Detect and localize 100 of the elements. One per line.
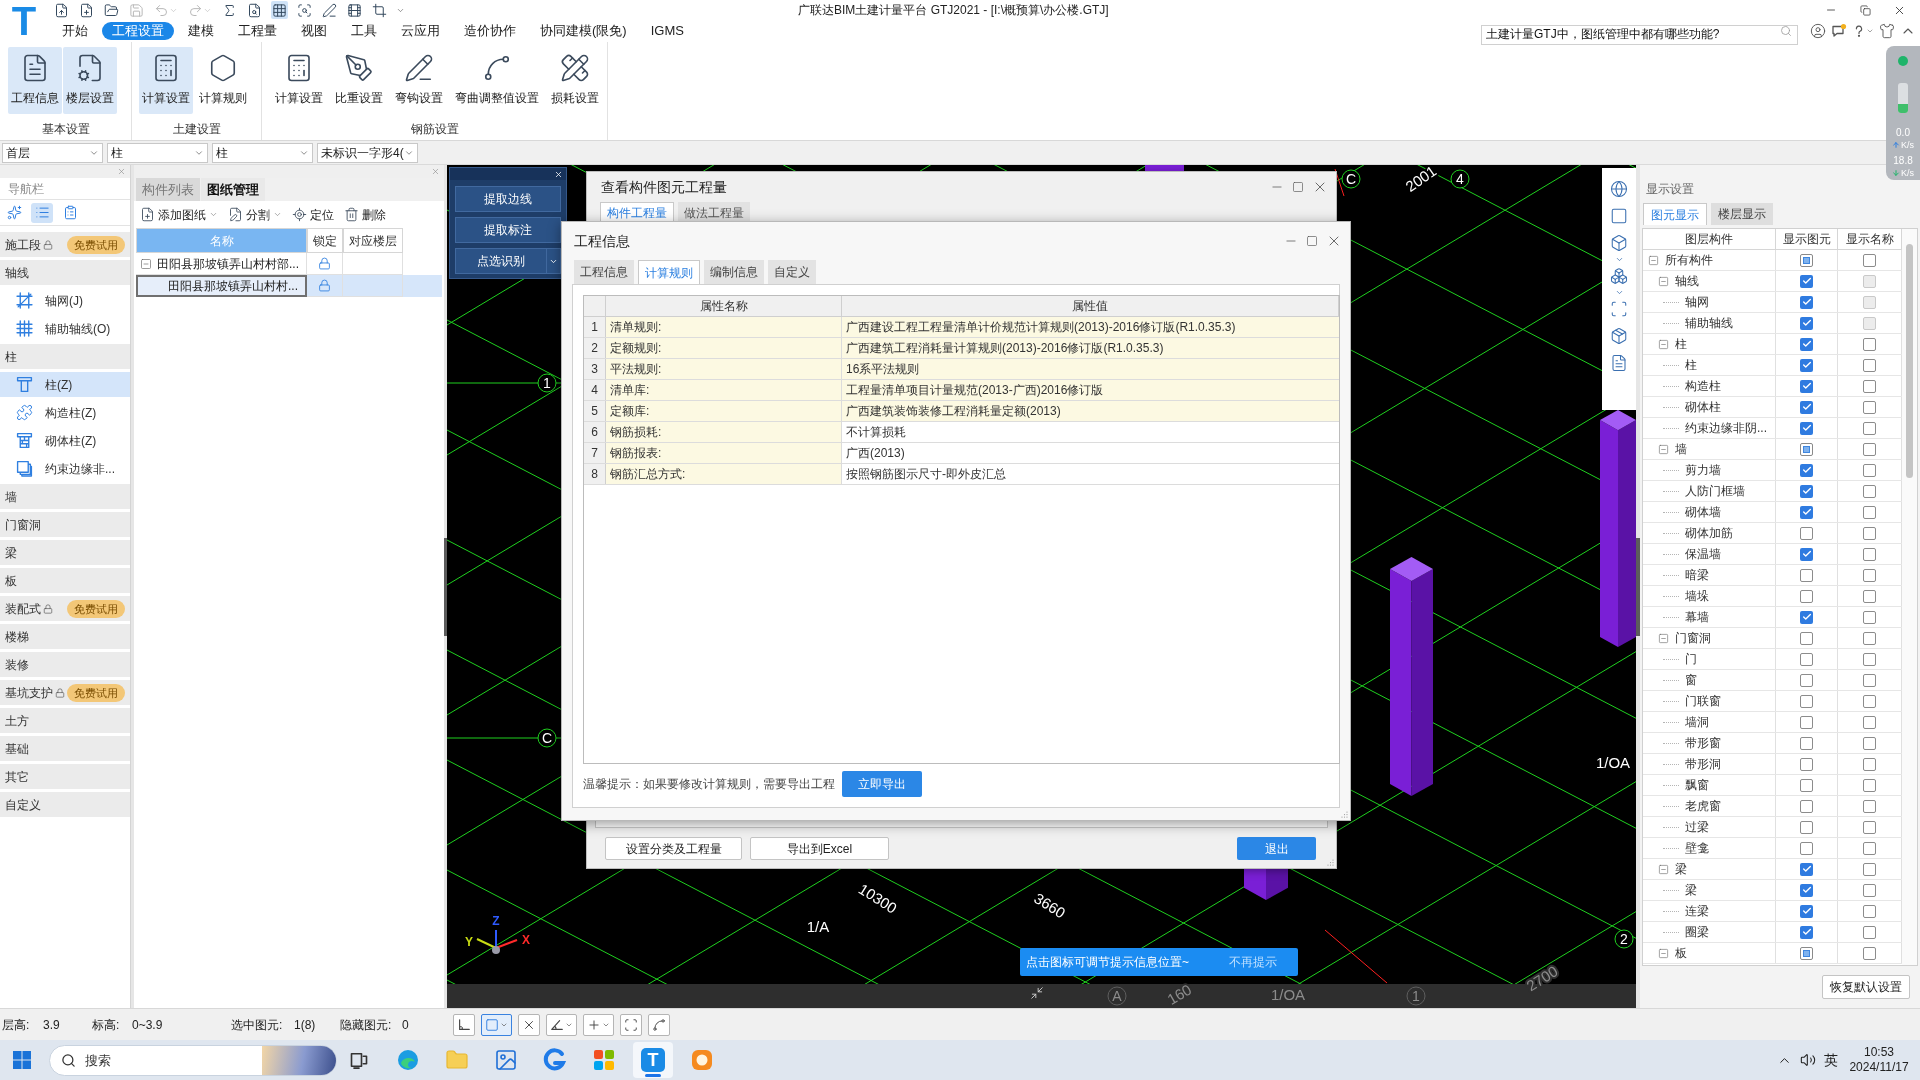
- table-cell[interactable]: 清单库:: [606, 380, 842, 400]
- checkbox[interactable]: [1800, 526, 1813, 540]
- checkbox[interactable]: [1800, 400, 1813, 414]
- nav-category[interactable]: 楼梯: [0, 624, 130, 649]
- view-mode-button[interactable]: [31, 202, 53, 223]
- checkbox[interactable]: [1863, 421, 1876, 435]
- four-squares-icon[interactable]: [13, 1051, 31, 1069]
- checkbox[interactable]: [1863, 484, 1876, 498]
- checkbox[interactable]: [1800, 316, 1813, 330]
- checkbox[interactable]: [1800, 694, 1813, 708]
- checkbox[interactable]: [1863, 799, 1876, 813]
- checkbox[interactable]: [1863, 253, 1876, 267]
- search-icon[interactable]: [1780, 25, 1792, 37]
- caret-icon[interactable]: [1614, 288, 1624, 297]
- nav-category[interactable]: 柱: [0, 344, 130, 369]
- table-cell[interactable]: 田阳县那坡镇弄山村村...: [136, 275, 307, 297]
- checkbox[interactable]: [1863, 694, 1876, 708]
- collapse-icon[interactable]: [1658, 275, 1669, 287]
- checkbox[interactable]: [1863, 925, 1876, 939]
- frame-corners-icon[interactable]: [1610, 300, 1628, 318]
- checkbox[interactable]: [1800, 547, 1813, 561]
- status-tool-button[interactable]: [518, 1013, 540, 1036]
- checkbox[interactable]: [1800, 862, 1813, 876]
- checkbox[interactable]: [1863, 904, 1876, 918]
- checkbox[interactable]: [1863, 547, 1876, 561]
- table-cell[interactable]: 钢筋汇总方式:: [606, 464, 842, 484]
- checkbox[interactable]: [1863, 400, 1876, 414]
- table-cell[interactable]: 工程量清单项目计量规范(2013-广西)2016修订版: [842, 380, 1339, 400]
- toolbar-button[interactable]: 定位: [292, 205, 334, 224]
- checkbox[interactable]: [1800, 358, 1813, 372]
- checkbox[interactable]: [1800, 442, 1813, 456]
- table-cell[interactable]: 清单规则:: [606, 317, 842, 337]
- checkbox[interactable]: [1800, 631, 1813, 645]
- splitter-handle[interactable]: [444, 537, 447, 636]
- collapse-icon[interactable]: [1658, 338, 1669, 350]
- checkbox[interactable]: [1800, 673, 1813, 687]
- ribbon-button[interactable]: 计算规则: [196, 47, 250, 114]
- checkbox[interactable]: [1800, 295, 1813, 309]
- menu-tab[interactable]: IGMS: [640, 22, 694, 40]
- quick-access-button[interactable]: [296, 1, 313, 19]
- checkbox[interactable]: [1863, 526, 1876, 540]
- menu-tab[interactable]: 视图: [291, 22, 337, 40]
- maximize-icon[interactable]: [1292, 181, 1304, 193]
- exit-button[interactable]: 退出: [1237, 837, 1316, 860]
- package-icon[interactable]: [1610, 327, 1628, 345]
- ribbon-button[interactable]: 楼层设置: [63, 47, 117, 114]
- collapse-icon[interactable]: [1658, 443, 1669, 455]
- ime-indicator[interactable]: 英: [1824, 1049, 1838, 1071]
- checkbox[interactable]: [1800, 883, 1813, 897]
- checkbox[interactable]: [1863, 736, 1876, 750]
- table-cell[interactable]: 广西建筑工程消耗量计算规则(2013)-2016修订版(R1.0.35.3): [842, 338, 1339, 358]
- menu-tab[interactable]: 云应用: [391, 22, 450, 40]
- table-cell[interactable]: 平法规则:: [606, 359, 842, 379]
- checkbox[interactable]: [1800, 799, 1813, 813]
- menu-tab[interactable]: 工程设置: [102, 22, 174, 40]
- checkbox[interactable]: [1800, 253, 1813, 267]
- checkbox[interactable]: [1800, 652, 1813, 666]
- nav-item[interactable]: 砌体柱(Z): [0, 428, 130, 453]
- table-cell[interactable]: 钢筋损耗:: [606, 422, 842, 442]
- checkbox[interactable]: [1800, 820, 1813, 834]
- scrollbar-thumb[interactable]: [1906, 244, 1913, 478]
- splitter-handle[interactable]: [1636, 537, 1640, 636]
- maximize-icon[interactable]: [1306, 235, 1318, 247]
- checkbox[interactable]: [1863, 589, 1876, 603]
- checkbox[interactable]: [1800, 589, 1813, 603]
- checkbox[interactable]: [1800, 904, 1813, 918]
- table-cell[interactable]: 定额库:: [606, 401, 842, 421]
- menu-tab[interactable]: 工程量: [228, 22, 287, 40]
- close-icon[interactable]: [554, 169, 563, 179]
- nav-category[interactable]: 墙: [0, 484, 130, 509]
- checkbox[interactable]: [1800, 484, 1813, 498]
- chat-icon[interactable]: [1831, 23, 1847, 39]
- checkbox[interactable]: [1800, 421, 1813, 435]
- checkbox[interactable]: [1800, 610, 1813, 624]
- panel-tab[interactable]: 楼层显示: [1711, 203, 1773, 225]
- nav-item[interactable]: 约束边缘非...: [0, 456, 130, 481]
- nav-item[interactable]: 轴网(J): [0, 288, 130, 313]
- lock-icon[interactable]: [318, 257, 331, 270]
- table-cell[interactable]: 广西建筑装饰装修工程消耗量定额(2013): [842, 401, 1339, 421]
- nav-category[interactable]: 自定义: [0, 792, 130, 817]
- user-icon[interactable]: [1810, 23, 1826, 39]
- ribbon-button[interactable]: 工程信息: [8, 47, 62, 114]
- checkbox[interactable]: [1863, 337, 1876, 351]
- checkbox[interactable]: [1863, 652, 1876, 666]
- cad-button[interactable]: 提取标注: [455, 217, 561, 243]
- status-tool-button[interactable]: [453, 1013, 475, 1036]
- table-cell[interactable]: 广西建设工程工程量清单计价规范计算规则(2013)-2016修订版(R1.0.35.3): [842, 317, 1339, 337]
- quick-access-button[interactable]: [321, 1, 338, 19]
- checkbox[interactable]: [1863, 673, 1876, 687]
- checkbox[interactable]: [1800, 337, 1813, 351]
- checkbox[interactable]: [1863, 946, 1876, 960]
- panel-tab[interactable]: 图纸管理: [201, 178, 265, 201]
- nav-category[interactable]: 基础: [0, 736, 130, 761]
- ribbon-button[interactable]: 损耗设置: [548, 47, 602, 114]
- app-logo[interactable]: T: [11, 1, 37, 41]
- collapse-icon[interactable]: [1658, 632, 1669, 644]
- dialog-tab[interactable]: 工程信息: [574, 260, 634, 284]
- collapse-arrows-icon[interactable]: [1030, 986, 1044, 1000]
- collapse-icon[interactable]: [1658, 863, 1669, 875]
- restore-icon[interactable]: [1859, 4, 1871, 16]
